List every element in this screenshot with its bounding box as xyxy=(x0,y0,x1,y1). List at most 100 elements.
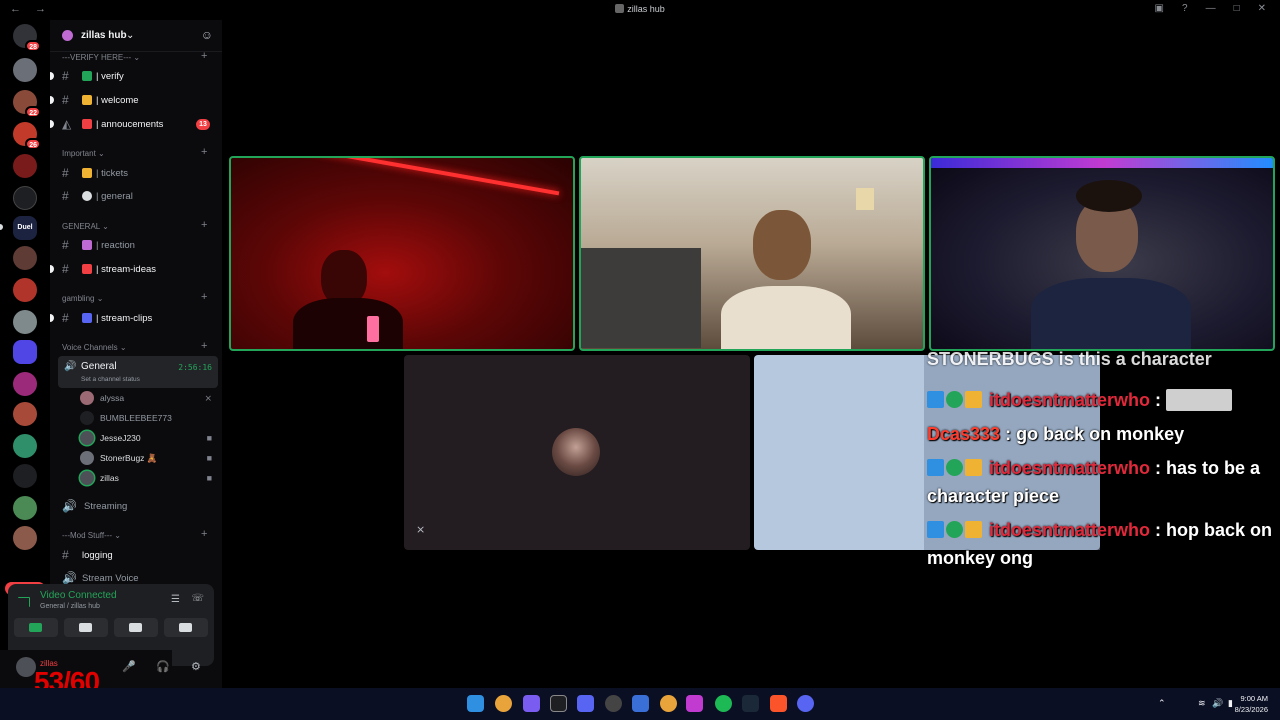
voice-status[interactable]: Video Connected xyxy=(40,590,117,601)
channel-stream-ideas[interactable]: # | stream-ideas xyxy=(50,259,216,279)
video-tile-avatar[interactable]: ⨯ xyxy=(404,355,750,550)
channel-tickets[interactable]: # | tickets xyxy=(58,163,216,183)
disconnect-icon[interactable]: ☏ xyxy=(191,593,204,604)
voice-user-alyssa[interactable]: alyssa ⨯ xyxy=(80,389,220,407)
noise-suppression-icon[interactable]: ☰ xyxy=(171,594,180,605)
server-icon-13[interactable] xyxy=(13,402,37,426)
category-general[interactable]: GENERAL ⌄ + xyxy=(62,219,207,231)
avatar xyxy=(80,471,94,485)
add-channel-icon[interactable]: + xyxy=(201,528,207,540)
signal-icon[interactable] xyxy=(18,597,30,607)
chrome-icon[interactable] xyxy=(495,695,512,712)
server-name: zillas hub xyxy=(81,30,127,41)
app-icon-2[interactable] xyxy=(577,695,594,712)
add-channel-icon[interactable]: + xyxy=(201,146,207,158)
server-icon-4[interactable]: 26 xyxy=(13,122,41,150)
channel-reaction[interactable]: # | reaction xyxy=(58,235,216,255)
server-icon-8[interactable] xyxy=(13,246,37,270)
unread-badge: 28 xyxy=(25,40,41,52)
server-header[interactable]: zillas hub ⌄ ☺ xyxy=(50,20,222,52)
server-icon-5[interactable] xyxy=(13,154,37,178)
hash-icon: # xyxy=(62,93,69,107)
duel-server-icon[interactable]: Duel xyxy=(13,216,37,240)
video-tile-3[interactable] xyxy=(929,156,1275,351)
home-icon[interactable]: 28 xyxy=(13,24,41,52)
server-icon-2[interactable] xyxy=(13,58,37,82)
discord-icon[interactable] xyxy=(797,695,814,712)
channel-annoucements[interactable]: ◭ | annoucements 13 xyxy=(50,114,216,134)
channel-welcome[interactable]: # | welcome xyxy=(50,90,216,110)
minimize-button[interactable]: — xyxy=(1206,3,1216,14)
voice-user-bumbleebee773[interactable]: BUMBLEEBEE773 xyxy=(80,409,220,427)
obs-icon[interactable] xyxy=(605,695,622,712)
channel-general[interactable]: # | general xyxy=(58,186,216,206)
video-tile-1[interactable] xyxy=(229,156,575,351)
video-tile-2[interactable] xyxy=(579,156,925,351)
channel-stream-clips[interactable]: # | stream-clips xyxy=(50,308,216,328)
channel-verify[interactable]: # | verify xyxy=(50,66,216,86)
next-app-icon[interactable] xyxy=(686,695,703,712)
channel-logging[interactable]: # logging xyxy=(58,545,216,565)
server-icon-6[interactable] xyxy=(13,186,37,210)
category-mod-stuff[interactable]: ---Mod Stuff--- ⌄ + xyxy=(62,528,207,540)
inbox-icon[interactable]: ▣ xyxy=(1155,3,1164,14)
chrome-icon-2[interactable] xyxy=(660,695,677,712)
brave-icon[interactable] xyxy=(770,695,787,712)
server-icon-11[interactable] xyxy=(13,340,37,364)
app-grid-icon[interactable] xyxy=(523,695,540,712)
voice-user-stonerbugz[interactable]: StonerBugz 🧸 ■ xyxy=(80,449,220,467)
voice-channel-name: General xyxy=(81,361,117,372)
close-button[interactable]: ✕ xyxy=(1258,3,1266,14)
dollar-badge-icon xyxy=(946,459,963,476)
voice-user-jessej230[interactable]: JesseJ230 ■ xyxy=(80,429,220,447)
start-menu-icon[interactable] xyxy=(467,695,484,712)
maximize-button[interactable]: □ xyxy=(1234,3,1240,14)
server-icon-3[interactable]: 22 xyxy=(13,90,41,118)
help-icon[interactable]: ? xyxy=(1182,3,1188,14)
category-important[interactable]: Important ⌄ + xyxy=(62,146,207,158)
screen-share-button[interactable] xyxy=(64,618,108,637)
add-channel-icon[interactable]: + xyxy=(201,291,207,303)
vscode-icon[interactable] xyxy=(632,695,649,712)
microphone-icon[interactable]: 🎤 xyxy=(122,660,136,673)
speaker-icon: 🔊 xyxy=(64,361,77,372)
server-icon-10[interactable] xyxy=(13,310,37,334)
add-channel-icon[interactable]: + xyxy=(201,340,207,352)
server-icon-12[interactable] xyxy=(13,372,37,396)
server-icon-9[interactable] xyxy=(13,278,37,302)
hash-icon: # xyxy=(62,262,69,276)
app-icon[interactable] xyxy=(550,695,567,712)
category-verify[interactable]: ---VERIFY HERE--- ⌄ + xyxy=(62,50,207,62)
headphones-icon[interactable]: 🎧 xyxy=(156,660,170,673)
add-member-icon[interactable]: ☺ xyxy=(201,28,213,42)
soundboard-button[interactable] xyxy=(164,618,208,637)
chat-message: Dcas333 : go back on monkey xyxy=(927,424,1185,444)
category-gambling[interactable]: gambling ⌄ + xyxy=(62,291,207,303)
channel-status-input[interactable]: Set a channel status xyxy=(81,376,140,383)
server-icon-17[interactable] xyxy=(13,526,37,550)
voice-user-zillas[interactable]: zillas ■ xyxy=(80,469,220,487)
battery-icon[interactable]: ▮ xyxy=(1228,698,1233,709)
camera-button[interactable] xyxy=(14,618,58,637)
chat-cut-line: STONERBUGS is this a character xyxy=(927,349,1212,369)
voice-channel-general[interactable]: 🔊 General 2:56:16 Set a channel status xyxy=(58,356,218,388)
chevron-up-icon[interactable]: ⌃ xyxy=(1158,698,1166,709)
settings-gear-icon[interactable]: ⚙ xyxy=(191,660,201,673)
volume-icon[interactable]: 🔊 xyxy=(1212,698,1223,709)
add-channel-icon[interactable]: + xyxy=(201,50,207,62)
steam-icon[interactable] xyxy=(742,695,759,712)
unread-badge: 26 xyxy=(25,138,41,150)
category-voice-channels[interactable]: Voice Channels ⌄ + xyxy=(62,340,207,352)
server-icon-15[interactable] xyxy=(13,464,37,488)
avatar[interactable] xyxy=(16,657,36,677)
spotify-icon[interactable] xyxy=(715,695,732,712)
voice-channel-streaming[interactable]: 🔊 Streaming xyxy=(58,496,216,516)
stream-chat-overlay: STONERBUGS is this a character itdoesntm… xyxy=(924,349,1280,575)
add-channel-icon[interactable]: + xyxy=(201,219,207,231)
activities-button[interactable] xyxy=(114,618,158,637)
system-clock[interactable]: 9:00 AM 8/23/2026 xyxy=(1235,693,1268,715)
server-icon-14[interactable] xyxy=(13,434,37,458)
server-icon-16[interactable] xyxy=(13,496,37,520)
crown-badge-icon xyxy=(965,391,982,408)
wifi-icon[interactable]: ≋ xyxy=(1198,698,1206,709)
